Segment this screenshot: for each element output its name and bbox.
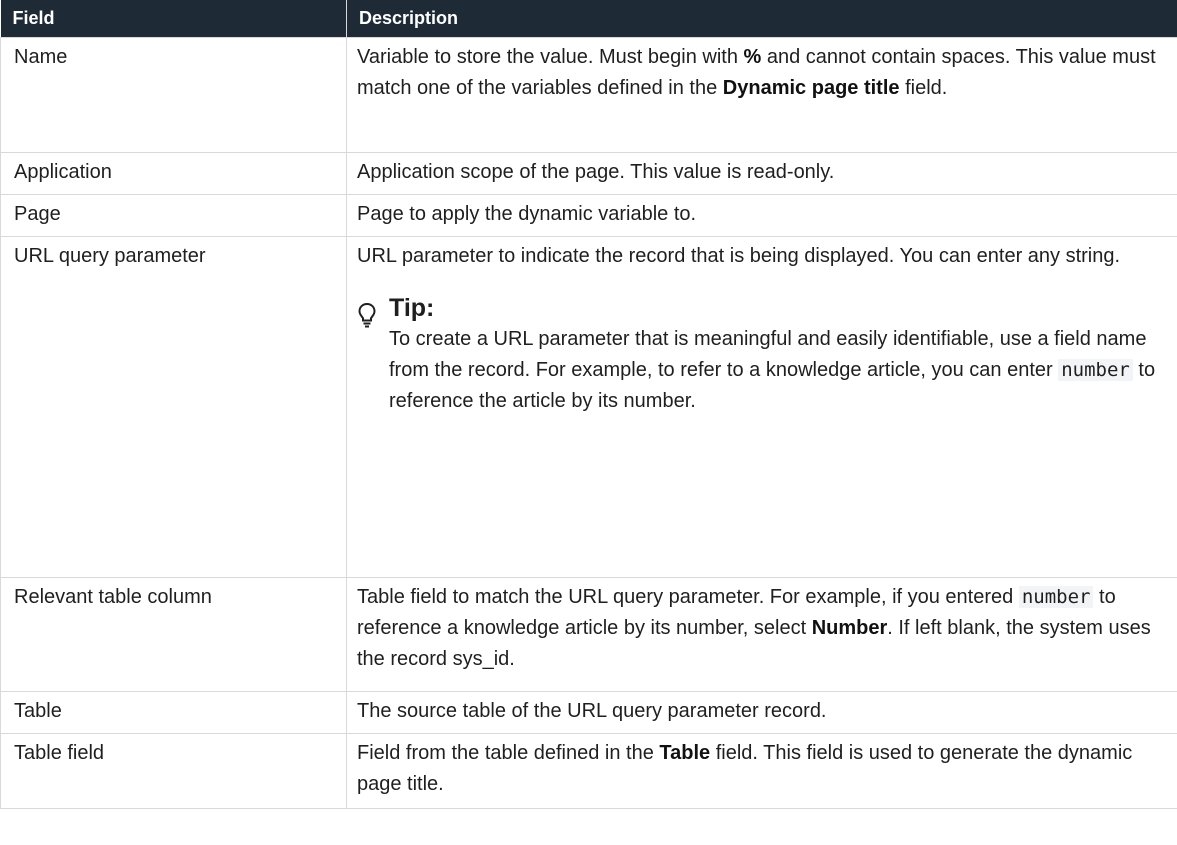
description-cell: Application scope of the page. This valu… <box>346 152 1177 195</box>
tip-title: Tip: <box>389 294 435 322</box>
table-row: Application Application scope of the pag… <box>0 152 1177 195</box>
header-field: Field <box>0 0 347 38</box>
table-row: Page Page to apply the dynamic variable … <box>0 194 1177 237</box>
table-row: URL query parameter URL parameter to ind… <box>0 236 1177 578</box>
table-row: Relevant table column Table field to mat… <box>0 577 1177 692</box>
field-name-cell: Relevant table column <box>0 577 347 692</box>
field-name-cell: Table <box>0 691 347 734</box>
fields-table: Field Description Name Variable to store… <box>0 0 1177 809</box>
tip-text: To create a URL parameter that is meanin… <box>389 324 1173 417</box>
description-cell: Variable to store the value. Must begin … <box>346 37 1177 153</box>
field-name-cell: Page <box>0 194 347 237</box>
description-cell: Page to apply the dynamic variable to. <box>346 194 1177 237</box>
field-name-cell: Application <box>0 152 347 195</box>
code-number: number <box>1058 359 1133 381</box>
dynamic-page-title-ref: Dynamic page title <box>722 77 900 99</box>
description-cell: Table field to match the URL query param… <box>346 577 1177 692</box>
description-text: Variable to store the value. Must begin … <box>357 46 744 68</box>
table-field-ref: Table <box>659 742 711 764</box>
description-text: Field from the table defined in the <box>357 742 660 764</box>
description-text: Table field to match the URL query param… <box>357 586 1019 608</box>
field-name-cell: Name <box>0 37 347 153</box>
description-text: field. <box>899 77 948 99</box>
code-number: number <box>1018 586 1094 608</box>
description-cell: The source table of the URL query parame… <box>346 691 1177 734</box>
lightbulb-icon <box>357 294 383 417</box>
table-row: Table field Field from the table defined… <box>0 733 1177 809</box>
description-cell: Field from the table defined in the Tabl… <box>346 733 1177 809</box>
table-row: Table The source table of the URL query … <box>0 691 1177 734</box>
header-description: Description <box>346 0 1177 38</box>
number-field-ref: Number <box>811 617 888 639</box>
description-cell: URL parameter to indicate the record tha… <box>346 236 1177 578</box>
field-name-cell: Table field <box>0 733 347 809</box>
field-name-cell: URL query parameter <box>0 236 347 578</box>
percent-symbol: % <box>743 46 762 68</box>
tip-note: Tip: To create a URL parameter that is m… <box>357 294 1173 417</box>
table-row: Name Variable to store the value. Must b… <box>0 37 1177 153</box>
description-text: URL parameter to indicate the record tha… <box>357 245 1121 267</box>
tip-text-part: To create a URL parameter that is meanin… <box>389 328 1147 381</box>
table-header-row: Field Description <box>0 0 1177 38</box>
